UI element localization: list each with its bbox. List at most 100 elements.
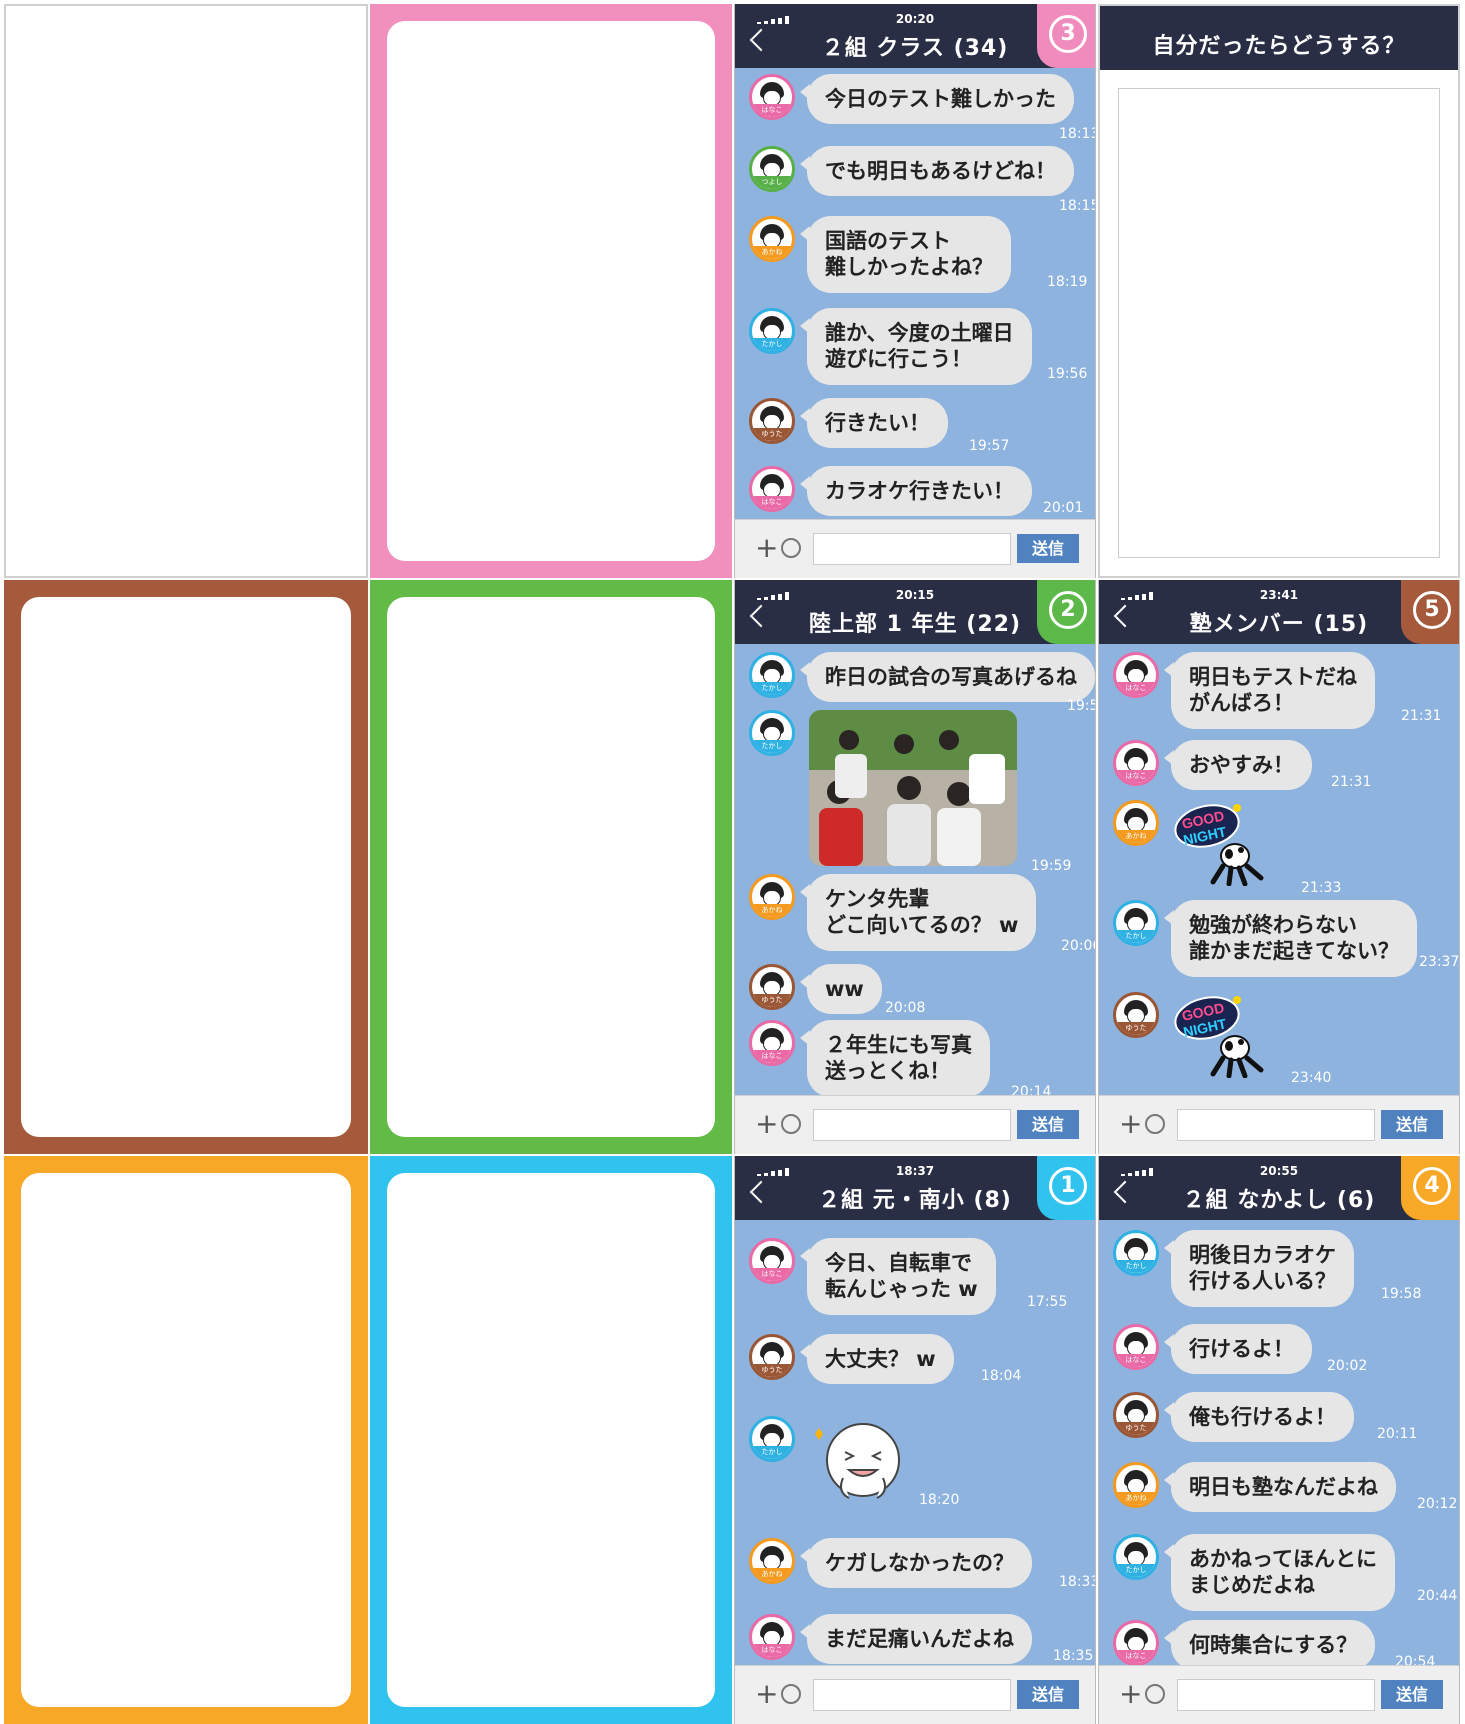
send-button[interactable]: 送信: [1017, 1110, 1079, 1139]
avatar-name: たかし: [1116, 1260, 1156, 1273]
blank-card-1: [4, 4, 368, 578]
user-avatar[interactable]: ゆうた: [749, 398, 795, 444]
plus-icon[interactable]: +: [755, 534, 778, 562]
user-avatar[interactable]: あかね: [1113, 1462, 1159, 1508]
user-avatar[interactable]: たかし: [1113, 1230, 1159, 1276]
send-button[interactable]: 送信: [1381, 1110, 1443, 1139]
message-input[interactable]: [813, 1109, 1011, 1141]
laughing-sticker: [809, 1416, 905, 1516]
message-bubble: 今日、自転車で 転んじゃった w: [800, 1238, 996, 1315]
user-avatar[interactable]: たかし: [749, 652, 795, 698]
panel-number-badge: 4: [1401, 1156, 1459, 1220]
user-avatar[interactable]: ゆうた: [1113, 1392, 1159, 1438]
message-input[interactable]: [1177, 1109, 1375, 1141]
message-time: 20:12: [1417, 1496, 1458, 1512]
user-avatar[interactable]: はなこ: [749, 466, 795, 512]
user-avatar[interactable]: ゆうた: [1113, 992, 1159, 1038]
user-avatar[interactable]: たかし: [749, 1416, 795, 1462]
message-time: 20:08: [885, 1000, 926, 1016]
frame-card-pink: [370, 4, 732, 578]
message-list: たかし 明後日カラオケ 行ける人いる？ 19:58 はなこ 行けるよ！ 20:02 ゆうた俺…: [1099, 1220, 1459, 1671]
user-avatar[interactable]: はなこ: [749, 1238, 795, 1284]
chat-header: 20:55 ２組 なかよし (6) 4: [1099, 1156, 1459, 1220]
chat-panel-2: 20:15陸上部 1 年生 (22)2たかし昨日の試合の写真あげるね19:59た…: [734, 580, 1096, 1154]
message-time: 18:13: [1059, 126, 1096, 142]
avatar-name: つよし: [752, 176, 792, 189]
message-bubble: ww: [800, 964, 882, 1015]
frame-card-blue: [370, 1156, 732, 1724]
user-avatar[interactable]: つよし: [749, 146, 795, 192]
avatar-name: ゆうた: [1116, 1422, 1156, 1435]
message-input[interactable]: [813, 1679, 1011, 1711]
frame-card-green: [370, 580, 732, 1154]
plus-icon[interactable]: +: [1119, 1680, 1142, 1708]
user-avatar[interactable]: はなこ: [1113, 1620, 1159, 1666]
avatar-name: ゆうた: [1116, 1022, 1156, 1035]
message-time: 21:31: [1401, 708, 1442, 724]
avatar-name: はなこ: [1116, 1650, 1156, 1663]
emoji-icon[interactable]: [781, 538, 801, 558]
team-photo[interactable]: [809, 710, 1017, 866]
message-time: 19:56: [1047, 366, 1088, 382]
message-time: 18:33: [1059, 1574, 1096, 1590]
emoji-icon[interactable]: [1145, 1114, 1165, 1134]
avatar-name: あかね: [752, 904, 792, 917]
user-avatar[interactable]: はなこ: [1113, 740, 1159, 786]
user-avatar[interactable]: はなこ: [749, 74, 795, 120]
user-avatar[interactable]: あかね: [749, 874, 795, 920]
user-avatar[interactable]: ゆうた: [749, 1334, 795, 1380]
user-avatar[interactable]: はなこ: [1113, 652, 1159, 698]
question-text: 自分だったらどうする？: [1152, 34, 1406, 59]
emoji-icon[interactable]: [1145, 1684, 1165, 1704]
message-time: 18:20: [919, 1492, 960, 1508]
user-avatar[interactable]: あかね: [1113, 800, 1159, 846]
message-bubble: 行けるよ！: [1164, 1324, 1312, 1375]
message-bubble: 何時集合にする？: [1163, 1620, 1376, 1671]
chat-header: 20:20 ２組 クラス (34) 3: [735, 4, 1095, 68]
message-time: 21:33: [1301, 880, 1342, 896]
chat-panel-3: 20:20 ２組 クラス (34) 3 はなこ 今日のテスト難しかった 18:13 つよしで…: [734, 4, 1096, 578]
frame-card-brown: [4, 580, 368, 1154]
input-bar: + 送信: [735, 519, 1095, 578]
message-list: はなこ 今日のテスト難しかった 18:13 つよし でも明日もあるけどね！ 18:15 あか…: [735, 68, 1095, 520]
message-input[interactable]: [813, 533, 1011, 565]
avatar-name: あかね: [752, 246, 792, 259]
message-bubble: まだ足痛いんだよね: [800, 1614, 1032, 1665]
chat-panel-4: 20:55 ２組 なかよし (6) 4 たかし 明後日カラオケ 行ける人いる？ 19:58…: [1098, 1156, 1460, 1724]
user-avatar[interactable]: あかね: [749, 216, 795, 262]
send-button[interactable]: 送信: [1381, 1680, 1443, 1709]
user-avatar[interactable]: はなこ: [749, 1020, 795, 1066]
user-avatar[interactable]: たかし: [749, 710, 795, 756]
emoji-icon[interactable]: [781, 1114, 801, 1134]
message-time: 17:55: [1027, 1294, 1068, 1310]
panel-number-badge: 1: [1037, 1156, 1095, 1220]
panel-number: 2: [1049, 591, 1087, 629]
send-button[interactable]: 送信: [1017, 1680, 1079, 1709]
message-input[interactable]: [1177, 1679, 1375, 1711]
user-avatar[interactable]: あかね: [749, 1538, 795, 1584]
panel-number: 1: [1049, 1167, 1087, 1205]
avatar-name: ゆうた: [752, 428, 792, 441]
message-time: 23:40: [1291, 1070, 1332, 1086]
plus-icon[interactable]: +: [755, 1680, 778, 1708]
message-time: 19:57: [969, 438, 1010, 454]
plus-icon[interactable]: +: [755, 1110, 778, 1138]
avatar-name: たかし: [752, 338, 792, 351]
plus-icon[interactable]: +: [1119, 1110, 1142, 1138]
send-button[interactable]: 送信: [1017, 534, 1079, 563]
user-avatar[interactable]: たかし: [1113, 1534, 1159, 1580]
user-avatar[interactable]: はなこ: [1113, 1324, 1159, 1370]
user-avatar[interactable]: たかし: [749, 308, 795, 354]
message-bubble: 今日のテスト難しかった: [800, 74, 1074, 125]
user-avatar[interactable]: ゆうた: [749, 964, 795, 1010]
avatar-name: はなこ: [752, 1268, 792, 1281]
message-bubble: ケンタ先輩 どこ向いてるの？ w: [799, 874, 1037, 951]
user-avatar[interactable]: はなこ: [749, 1614, 795, 1660]
user-avatar[interactable]: たかし: [1113, 900, 1159, 946]
input-bar: + 送信: [1099, 1665, 1459, 1724]
panel-number-badge: 2: [1037, 580, 1095, 644]
message-time: 21:31: [1331, 774, 1372, 790]
message-list: たかし昨日の試合の写真あげるね19:59たかし19:59あかねケンタ先輩 どこ向…: [735, 644, 1095, 1100]
message-list: はなこ 明日もテストだね がんばろ！ 21:31 はなこ おやすみ！ 21:31 あかね GO…: [1099, 644, 1459, 1096]
emoji-icon[interactable]: [781, 1684, 801, 1704]
